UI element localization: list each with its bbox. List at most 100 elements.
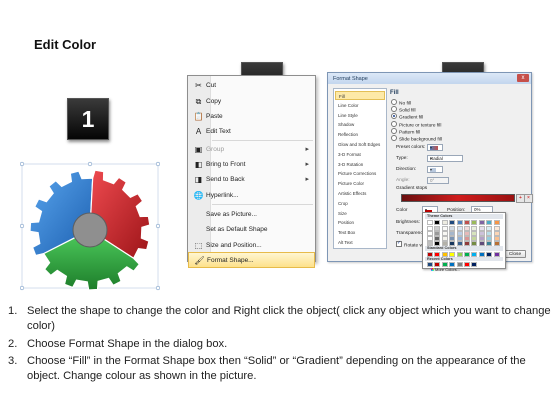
- menu-item-hyperlink[interactable]: 🌐 Hyperlink...: [188, 188, 315, 204]
- dialog-title: Format Shape: [333, 76, 368, 82]
- menu-item-edit-text[interactable]: A Edit Text: [188, 124, 315, 140]
- submenu-arrow-icon: ▸: [305, 161, 309, 168]
- theme-colors-header: Theme Colors: [425, 214, 503, 219]
- radio-button[interactable]: [391, 127, 397, 134]
- nav-item-label: Alt Text: [338, 240, 353, 245]
- fill-option-label: Gradient fill: [399, 115, 424, 121]
- nav-item-alt-text[interactable]: Alt Text: [335, 238, 385, 247]
- nav-item-reflection[interactable]: Reflection: [335, 130, 385, 139]
- bring-to-front-icon: ◧: [194, 160, 203, 169]
- theme-color-swatch[interactable]: [434, 220, 441, 225]
- menu-item-label: Format Shape...: [207, 257, 254, 264]
- radio-button[interactable]: [391, 106, 397, 113]
- recent-color-swatch[interactable]: [471, 262, 478, 267]
- gear-hub[interactable]: [72, 212, 108, 248]
- recent-colors-header: Recent Colors: [425, 257, 503, 261]
- nav-item-position[interactable]: Position: [335, 218, 385, 227]
- format-shape-icon: 🖌: [194, 256, 205, 265]
- menu-item-label: Save as Picture...: [206, 211, 257, 218]
- nav-item-3-d-rotation[interactable]: 3-D Rotation: [335, 160, 385, 169]
- fill-option-label: Slide background fill: [399, 137, 442, 143]
- nav-item-artistic-effects[interactable]: Artistic Effects: [335, 189, 385, 198]
- menu-item-format-shape[interactable]: 🖌 Format Shape...: [188, 252, 315, 268]
- submenu-arrow-icon: ▸: [305, 176, 309, 183]
- paste-icon: 📋: [193, 112, 204, 121]
- type-dropdown[interactable]: Radial ▾: [427, 155, 463, 162]
- nav-item-label: Fill: [339, 94, 345, 99]
- copy-icon: ⧉: [195, 97, 202, 106]
- direction-label: Direction:: [396, 167, 417, 172]
- edit-text-icon: A: [195, 127, 202, 136]
- menu-item-label: Cut: [206, 82, 217, 89]
- menu-item-set-as-default-shape[interactable]: Set as Default Shape: [188, 222, 315, 238]
- dialog-close-button[interactable]: x: [517, 74, 529, 82]
- menu-item-send-to-back[interactable]: ◨ Send to Back ▸: [188, 172, 315, 188]
- page-title: Edit Color: [34, 37, 97, 52]
- radio-button[interactable]: [391, 120, 397, 127]
- angle-input[interactable]: 0°: [427, 177, 449, 184]
- nav-item-label: Reflection: [338, 132, 359, 138]
- menu-item-label: Send to Back: [206, 176, 245, 183]
- theme-color-swatch[interactable]: [441, 220, 448, 225]
- theme-color-swatch[interactable]: [464, 220, 470, 225]
- fill-option-label: No fill: [399, 101, 411, 107]
- menu-item-label: Bring to Front: [206, 161, 246, 168]
- menu-separator: [212, 204, 313, 205]
- menu-item-cut[interactable]: ✂ Cut: [188, 78, 315, 94]
- theme-color-swatch[interactable]: [449, 220, 456, 225]
- radio-button[interactable]: [391, 99, 397, 105]
- remove-stop-button[interactable]: ×: [524, 194, 533, 203]
- nav-item-label: Artistic Effects: [338, 191, 367, 196]
- radio-button[interactable]: [391, 113, 397, 120]
- nav-item-fill[interactable]: Fill: [335, 91, 385, 100]
- nav-item-text-box[interactable]: Text Box: [335, 228, 385, 237]
- dialog-close-btn[interactable]: Close: [504, 250, 526, 258]
- rotate-checkbox[interactable]: Rotate w: [396, 240, 423, 248]
- direction-dropdown[interactable]: ▾: [427, 166, 443, 173]
- theme-color-swatch[interactable]: [486, 220, 493, 225]
- hyperlink-icon: 🌐: [193, 191, 204, 200]
- preset-colors-dropdown[interactable]: ▾: [427, 144, 443, 151]
- theme-color-swatch[interactable]: [493, 220, 500, 225]
- theme-color-swatch[interactable]: [456, 220, 463, 225]
- gradient-stops-label: Gradient stops: [396, 186, 428, 191]
- nav-item-line-style[interactable]: Line Style: [335, 111, 385, 120]
- theme-colors-label: Theme Colors: [427, 214, 453, 218]
- radio-button[interactable]: [391, 135, 397, 141]
- nav-item-label: Picture Color: [338, 181, 365, 187]
- category-list: Fill Line Color Line Style Shadow Reflection…: [333, 88, 387, 249]
- theme-color-swatch[interactable]: [471, 220, 478, 225]
- nav-item-crop[interactable]: Crop: [335, 199, 385, 208]
- menu-item-save-as-picture[interactable]: Save as Picture...: [188, 207, 315, 223]
- more-colors-link[interactable]: More Colors...: [431, 267, 460, 272]
- gradient-stops-bar[interactable]: [401, 194, 515, 202]
- nav-item-label: Position: [338, 220, 355, 226]
- submenu-arrow-icon: ▸: [305, 146, 309, 153]
- theme-color-swatch[interactable]: [427, 220, 433, 225]
- menu-item-label: Hyperlink...: [206, 192, 239, 199]
- gears-graphic[interactable]: [20, 152, 160, 294]
- nav-item-3-d-format[interactable]: 3-D Format: [335, 150, 385, 159]
- nav-item-picture-corrections[interactable]: Picture Corrections: [335, 169, 385, 178]
- theme-color-swatch[interactable]: [478, 220, 485, 225]
- nav-item-picture-color[interactable]: Picture Color: [335, 179, 385, 188]
- nav-item-size[interactable]: Size: [335, 209, 385, 218]
- menu-item-paste[interactable]: 📋 Paste: [188, 109, 315, 125]
- nav-item-glow-and-soft-edges[interactable]: Glow and Soft Edges: [335, 140, 385, 149]
- recent-color-swatch[interactable]: [464, 262, 470, 267]
- fill-option-slide-background-fill[interactable]: Slide background fill: [391, 135, 442, 143]
- menu-item-group: ▣ Group ▸: [188, 142, 315, 158]
- menu-item-label: Group: [206, 146, 225, 153]
- menu-item-label: Paste: [206, 113, 223, 120]
- nav-item-shadow[interactable]: Shadow: [335, 120, 385, 129]
- nav-item-label: Size: [338, 210, 347, 216]
- fill-header: Fill: [390, 90, 399, 96]
- fill-option-gradient-fill[interactable]: Gradient fill: [391, 113, 424, 121]
- menu-item-copy[interactable]: ⧉ Copy: [188, 94, 315, 110]
- fill-option-picture-or-texture-fill[interactable]: Picture or texture fill: [391, 120, 442, 129]
- size-position-icon: ⬚: [194, 241, 203, 250]
- menu-item-bring-to-front[interactable]: ◧ Bring to Front ▸: [188, 157, 315, 173]
- nav-item-line-color[interactable]: Line Color: [335, 101, 385, 110]
- fill-option-label: Picture or texture fill: [399, 122, 442, 128]
- nav-item-label: Crop: [338, 200, 348, 206]
